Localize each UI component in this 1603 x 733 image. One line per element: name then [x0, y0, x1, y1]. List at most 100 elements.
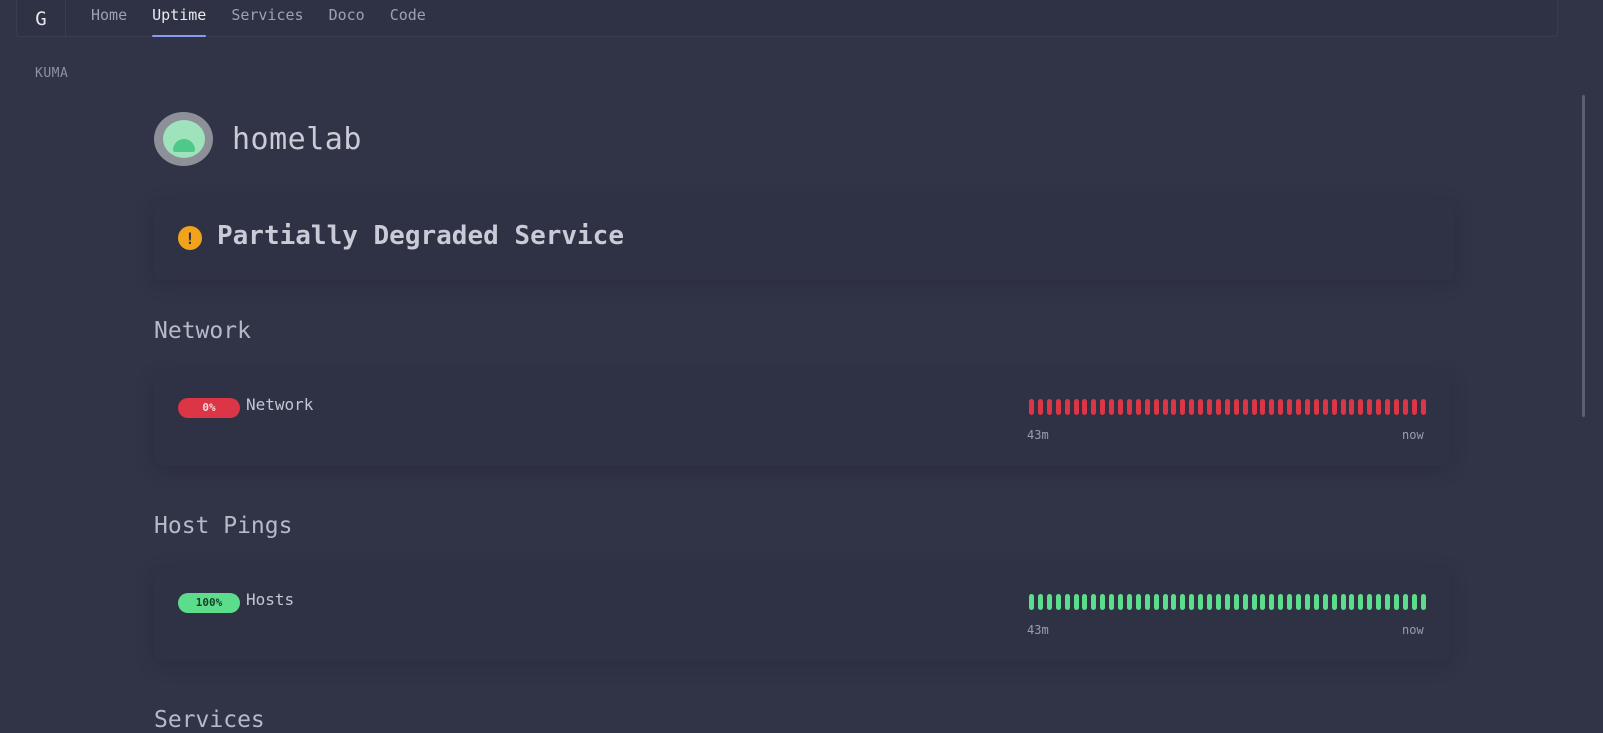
- heartbeat-beat[interactable]: [1402, 399, 1408, 415]
- heartbeat-beat[interactable]: [1340, 399, 1346, 415]
- heartbeat-beat[interactable]: [1118, 399, 1123, 415]
- nav-doco[interactable]: Doco: [329, 0, 365, 37]
- heartbeat-beat[interactable]: [1100, 594, 1106, 610]
- heartbeat-beat[interactable]: [1091, 594, 1097, 610]
- heartbeat-beat[interactable]: [1278, 594, 1284, 610]
- heartbeat-beat[interactable]: [1055, 399, 1061, 415]
- heartbeat-beat[interactable]: [1322, 594, 1328, 610]
- heartbeat-beat[interactable]: [1367, 399, 1373, 415]
- nav-uptime[interactable]: Uptime: [152, 0, 207, 37]
- heartbeat-beat[interactable]: [1260, 399, 1266, 415]
- heartbeat-beat[interactable]: [1278, 399, 1284, 415]
- heartbeat-beat[interactable]: [1376, 594, 1382, 610]
- heartbeat-beat[interactable]: [1385, 399, 1390, 415]
- heartbeat-beat[interactable]: [1091, 399, 1097, 415]
- heartbeat-beat[interactable]: [1082, 594, 1088, 610]
- heartbeat-beat[interactable]: [1064, 399, 1070, 415]
- heartbeat-beat[interactable]: [1073, 594, 1079, 610]
- heartbeat-beat[interactable]: [1260, 594, 1266, 610]
- heartbeat-beat[interactable]: [1296, 399, 1301, 415]
- heartbeat-beat[interactable]: [1037, 399, 1043, 415]
- heartbeat-beat[interactable]: [1109, 594, 1115, 610]
- heartbeat-beat[interactable]: [1242, 399, 1248, 415]
- heartbeat-beat[interactable]: [1198, 399, 1204, 415]
- heartbeat-beat[interactable]: [1411, 399, 1417, 415]
- heartbeat-beat[interactable]: [1171, 399, 1177, 415]
- heartbeat-beat[interactable]: [1420, 594, 1426, 610]
- heartbeat-beat[interactable]: [1251, 399, 1257, 415]
- heartbeat-beat[interactable]: [1064, 594, 1070, 610]
- heartbeat-beat[interactable]: [1100, 399, 1106, 415]
- heartbeat-beat[interactable]: [1126, 399, 1132, 415]
- heartbeat-beat[interactable]: [1118, 594, 1123, 610]
- heartbeat-beat[interactable]: [1367, 594, 1373, 610]
- heartbeat-beat[interactable]: [1393, 399, 1399, 415]
- heartbeat-beat[interactable]: [1046, 594, 1052, 610]
- heartbeat-beat[interactable]: [1233, 594, 1239, 610]
- heartbeat-beat[interactable]: [1180, 399, 1186, 415]
- monitor-name[interactable]: Hosts: [246, 590, 294, 609]
- heartbeat-beat[interactable]: [1313, 594, 1319, 610]
- heartbeat-beat[interactable]: [1358, 594, 1364, 610]
- scrollbar[interactable]: [1582, 95, 1585, 417]
- heartbeat-beat[interactable]: [1207, 399, 1212, 415]
- heartbeat-beat[interactable]: [1349, 594, 1355, 610]
- heartbeat-beat[interactable]: [1189, 594, 1195, 610]
- heartbeat-beat[interactable]: [1029, 399, 1034, 415]
- heartbeat-beat[interactable]: [1376, 399, 1382, 415]
- heartbeat-beat[interactable]: [1242, 594, 1248, 610]
- heartbeat-beat[interactable]: [1269, 399, 1275, 415]
- heartbeat-beat[interactable]: [1358, 399, 1364, 415]
- heartbeat-beat[interactable]: [1144, 594, 1150, 610]
- heartbeat-beat[interactable]: [1171, 594, 1177, 610]
- nav-home[interactable]: Home: [91, 0, 127, 37]
- heartbeat-beat[interactable]: [1109, 399, 1115, 415]
- heartbeat-beat[interactable]: [1153, 399, 1159, 415]
- heartbeat-beat[interactable]: [1135, 594, 1141, 610]
- heartbeat-beat[interactable]: [1296, 594, 1301, 610]
- heartbeat-beat[interactable]: [1287, 399, 1293, 415]
- heartbeat-beat[interactable]: [1224, 594, 1230, 610]
- monitor-name[interactable]: Network: [246, 395, 313, 414]
- nav-code[interactable]: Code: [390, 0, 426, 37]
- heartbeat-beat[interactable]: [1198, 594, 1204, 610]
- heartbeat-beat[interactable]: [1215, 594, 1221, 610]
- heartbeat-beat[interactable]: [1331, 399, 1337, 415]
- heartbeat-beat[interactable]: [1269, 594, 1275, 610]
- heartbeat-beat[interactable]: [1349, 399, 1355, 415]
- heartbeat-beat[interactable]: [1162, 399, 1168, 415]
- heartbeat-beat[interactable]: [1322, 399, 1328, 415]
- heartbeat-beat[interactable]: [1411, 594, 1417, 610]
- heartbeat-beat[interactable]: [1313, 399, 1319, 415]
- heartbeat-beat[interactable]: [1304, 594, 1310, 610]
- heartbeat-beat[interactable]: [1046, 399, 1052, 415]
- heartbeat-beat[interactable]: [1180, 594, 1186, 610]
- heartbeat-beat[interactable]: [1402, 594, 1408, 610]
- heartbeat-beat[interactable]: [1082, 399, 1088, 415]
- group-title-network: Network: [154, 318, 251, 344]
- heartbeat-beat[interactable]: [1055, 594, 1061, 610]
- heartbeat-beat[interactable]: [1162, 594, 1168, 610]
- heartbeat-beat[interactable]: [1385, 594, 1390, 610]
- heartbeat-beat[interactable]: [1304, 399, 1310, 415]
- heartbeat-beat[interactable]: [1420, 399, 1426, 415]
- heartbeat-beat[interactable]: [1126, 594, 1132, 610]
- app-logo[interactable]: G: [17, 0, 66, 37]
- heartbeat-beat[interactable]: [1224, 399, 1230, 415]
- heartbeat-beat[interactable]: [1029, 594, 1034, 610]
- heartbeat-beat[interactable]: [1073, 399, 1079, 415]
- heartbeat-beat[interactable]: [1215, 399, 1221, 415]
- heartbeat-beat[interactable]: [1207, 594, 1212, 610]
- heartbeat-beat[interactable]: [1233, 399, 1239, 415]
- heartbeat-beat[interactable]: [1153, 594, 1159, 610]
- nav-services[interactable]: Services: [231, 0, 303, 37]
- heartbeat-beat[interactable]: [1331, 594, 1337, 610]
- heartbeat-beat[interactable]: [1287, 594, 1293, 610]
- heartbeat-beat[interactable]: [1189, 399, 1195, 415]
- heartbeat-beat[interactable]: [1393, 594, 1399, 610]
- heartbeat-beat[interactable]: [1037, 594, 1043, 610]
- heartbeat-beat[interactable]: [1144, 399, 1150, 415]
- heartbeat-beat[interactable]: [1251, 594, 1257, 610]
- heartbeat-beat[interactable]: [1135, 399, 1141, 415]
- heartbeat-beat[interactable]: [1340, 594, 1346, 610]
